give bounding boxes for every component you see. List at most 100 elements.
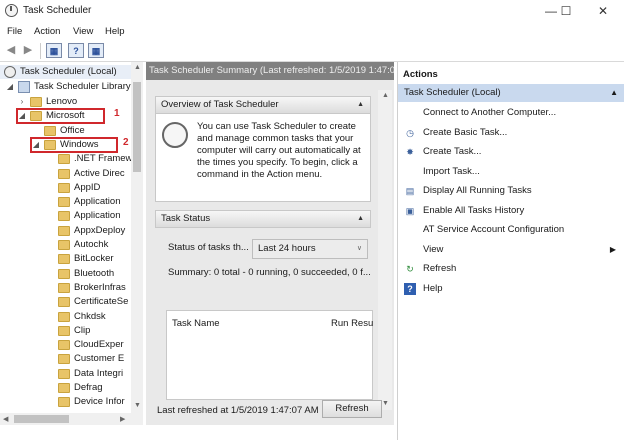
menu-help[interactable]: Help [105, 26, 125, 37]
history-icon: ▣ [405, 205, 415, 216]
maximize-button[interactable]: ☐ [548, 0, 584, 22]
tree-item-library[interactable]: ◢ Task Scheduler Library [0, 80, 131, 94]
tree-item[interactable]: AppxDeploy [0, 224, 131, 238]
tree-item[interactable]: AppID [0, 181, 131, 195]
scroll-down-icon[interactable]: ▼ [382, 400, 389, 407]
action-item-label: Refresh [423, 263, 457, 274]
tree-item[interactable]: CertificateSe [0, 295, 131, 309]
status-range-select[interactable]: Last 24 hours ∨ [252, 239, 368, 259]
action-item[interactable]: ? Help [398, 280, 624, 298]
help-icon[interactable]: ? [68, 43, 84, 58]
tree-item-label: Device Infor [74, 396, 125, 408]
folder-icon [44, 125, 56, 136]
tree-item[interactable]: BrokerInfras [0, 281, 131, 295]
action-item-label: Enable All Tasks History [423, 204, 525, 216]
tree-item[interactable]: Clip [0, 324, 131, 338]
tree-item[interactable]: Office [0, 124, 131, 138]
status-summary: Summary: 0 total - 0 running, 0 succeede… [168, 267, 371, 278]
section-title: Overview of Task Scheduler [161, 99, 279, 110]
close-button[interactable]: ✕ [585, 0, 621, 22]
action-item-label: Create Task... [423, 146, 482, 157]
column-run-result[interactable]: Run Resu [331, 318, 373, 329]
tree-item[interactable]: .NET Framew [0, 152, 132, 166]
menu-view[interactable]: View [73, 26, 93, 37]
action-item[interactable]: View ▶ [398, 241, 624, 259]
folder-icon [58, 383, 70, 393]
tree-item-root[interactable]: Task Scheduler (Local) [0, 65, 131, 79]
scroll-up-icon[interactable]: ▲ [382, 92, 389, 99]
toolbar-divider [40, 43, 41, 59]
tree-item-label: BrokerInfras [74, 281, 126, 293]
create-basic-task-icon: ◷ [406, 127, 414, 138]
tree-item[interactable]: CloudExper [0, 338, 131, 352]
scroll-left-icon[interactable]: ◀ [3, 415, 8, 423]
tree-item-label: Lenovo [46, 96, 78, 107]
collapse-icon[interactable]: ▲ [357, 97, 364, 113]
tree-horizontal-scrollbar[interactable]: ◀ ▶ [0, 413, 143, 425]
action-item[interactable]: Import Task... [398, 163, 624, 181]
folder-icon [58, 282, 70, 293]
actions-group-header[interactable]: Task Scheduler (Local) ▲ [398, 84, 624, 102]
action-item[interactable]: ↻ Refresh [398, 260, 624, 278]
back-arrow-icon[interactable]: ◀ [3, 43, 19, 58]
tree-item-label: Application [74, 196, 121, 208]
tree-item[interactable]: Customer E [0, 352, 131, 366]
action-item[interactable]: ▣ Enable All Tasks History [398, 202, 624, 220]
scroll-right-icon[interactable]: ▶ [120, 415, 125, 423]
scroll-down-icon[interactable]: ▼ [134, 402, 141, 409]
folder-icon [58, 197, 70, 208]
column-task-name[interactable]: Task Name [172, 318, 220, 329]
tree-item[interactable]: Autochk [0, 238, 131, 252]
folder-icon [58, 168, 70, 179]
summary-pane: Task Scheduler Summary (Last refreshed: … [146, 62, 394, 425]
tree-vertical-scrollbar[interactable]: ▲ ▼ [131, 62, 143, 413]
collapse-icon[interactable]: ▲ [610, 84, 618, 102]
tree-item[interactable]: Defrag [0, 381, 131, 395]
action-item[interactable]: ✸ Create Task... [398, 143, 624, 161]
folder-icon [58, 368, 70, 379]
scroll-thumb[interactable] [133, 82, 141, 172]
task-status-section-header[interactable]: Task Status ▲ [155, 210, 371, 228]
action-item[interactable]: AT Service Account Configuration [398, 221, 624, 239]
library-folder-icon [18, 81, 30, 93]
scroll-up-icon[interactable]: ▲ [134, 64, 141, 71]
overview-section-header[interactable]: Overview of Task Scheduler ▲ [155, 96, 371, 114]
show-hide-console-tree-icon[interactable]: ▦ [46, 43, 62, 58]
tree-item[interactable]: BitLocker [0, 252, 131, 266]
show-hide-action-pane-icon[interactable]: ▦ [88, 43, 104, 58]
action-item-label: Display All Running Tasks [423, 185, 532, 196]
folder-icon [58, 182, 70, 193]
scroll-thumb[interactable] [14, 415, 69, 423]
expand-arrow-icon[interactable]: ◢ [6, 80, 14, 94]
tree-item[interactable]: › Lenovo [0, 95, 131, 109]
tree-item-label: Application [74, 210, 121, 222]
task-status-table[interactable]: Task Name Run Resu [166, 310, 373, 400]
title-bar: Task Scheduler — ☐ ✕ [0, 0, 624, 22]
tree-item-label: Chkdsk [74, 310, 106, 322]
tree-item[interactable]: Active Direc [0, 167, 131, 181]
folder-icon [58, 268, 70, 279]
folder-icon [58, 225, 70, 236]
expand-arrow-icon[interactable]: › [18, 95, 26, 109]
collapse-icon[interactable]: ▲ [357, 211, 364, 227]
tree-item[interactable]: Device Infor [0, 395, 131, 409]
menu-file[interactable]: File [7, 26, 22, 37]
tree-item-label: Autochk [74, 239, 109, 250]
action-item-label: Help [423, 282, 443, 294]
task-scheduler-clock-icon [162, 122, 188, 148]
tree-item[interactable]: Application [0, 195, 131, 209]
tree-item[interactable]: Chkdsk [0, 310, 131, 324]
forward-arrow-icon[interactable]: ▶ [20, 43, 36, 58]
summary-vertical-scrollbar[interactable]: ▲ ▼ [378, 90, 392, 410]
actions-group-label: Task Scheduler (Local) [404, 87, 501, 98]
menu-action[interactable]: Action [34, 26, 60, 37]
tree-item[interactable]: Data Integri [0, 367, 131, 381]
tree-item[interactable]: Bluetooth [0, 267, 131, 281]
refresh-button[interactable]: Refresh [322, 400, 382, 418]
tree-item[interactable]: Application [0, 209, 131, 223]
action-item-label: Import Task... [423, 165, 480, 177]
task-scheduler-app-icon [5, 4, 18, 17]
action-item[interactable]: ◷ Create Basic Task... [398, 124, 624, 142]
action-item[interactable]: Connect to Another Computer... [398, 104, 624, 122]
action-item[interactable]: ▤ Display All Running Tasks [398, 182, 624, 200]
